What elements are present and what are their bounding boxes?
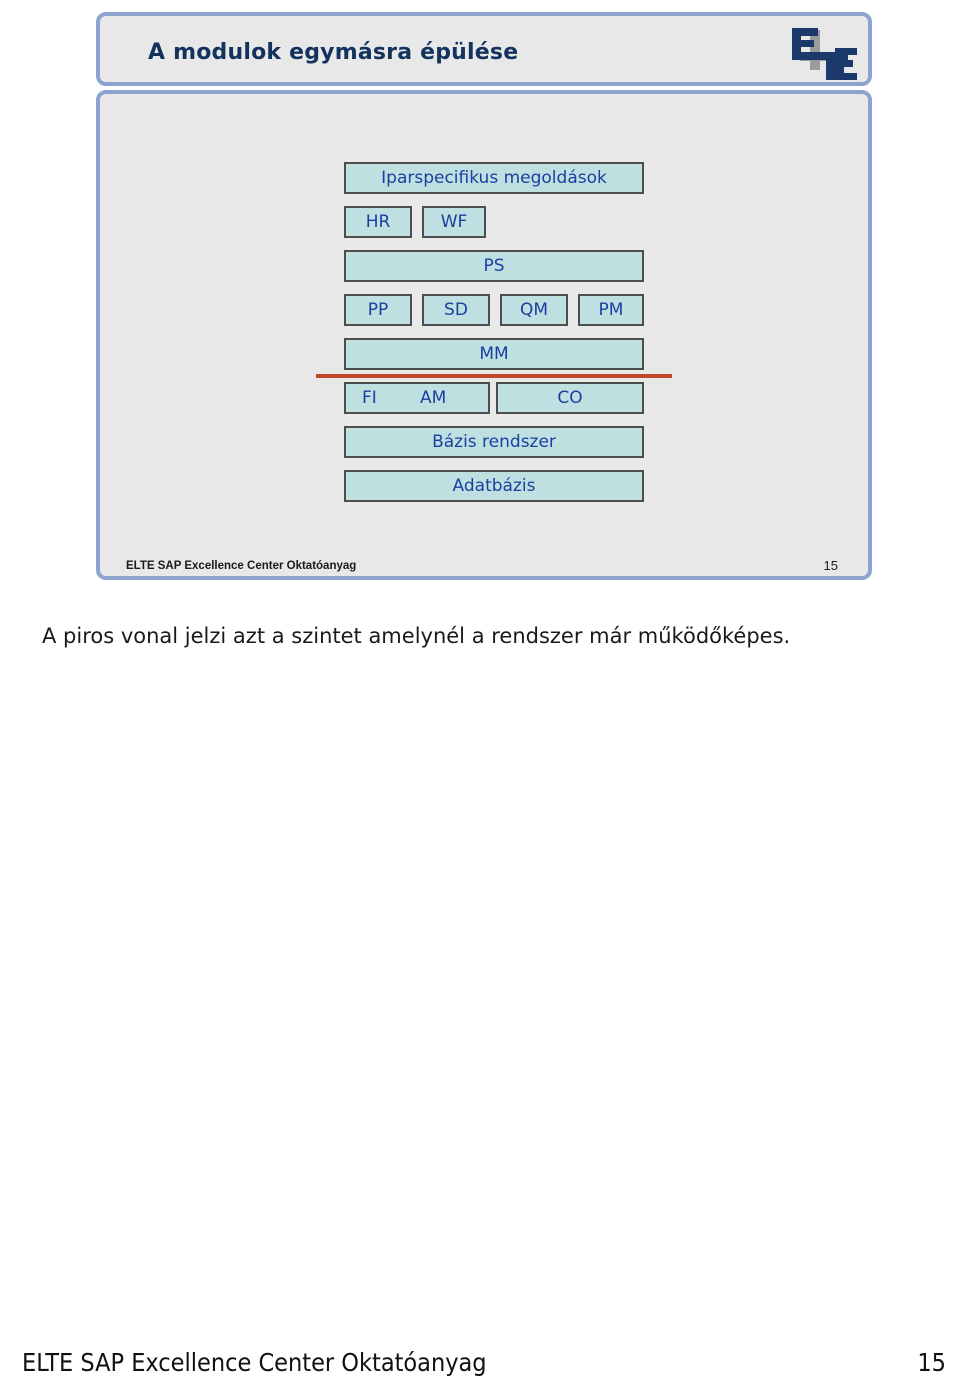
sap-module-stack-diagram: Iparspecifikus megoldások HR WF PS PP SD QM PM M…	[316, 162, 672, 502]
page-footer-number: 15	[917, 1348, 946, 1377]
slide-title-panel: A modulok egymásra épülése	[96, 12, 872, 86]
page-title: A modulok egymásra épülése	[148, 40, 519, 65]
page-footer: ELTE SAP Excellence Center Oktatóanyag 1…	[0, 1348, 960, 1388]
module-box-hr: HR	[344, 206, 412, 238]
module-box-wf: WF	[422, 206, 486, 238]
module-box-pm: PM	[578, 294, 644, 326]
module-label-fi: FI	[362, 388, 377, 408]
module-box-ps: PS	[344, 250, 644, 282]
module-box-mm: MM	[344, 338, 644, 370]
slide-footer-label: ELTE SAP Excellence Center Oktatóanyag	[126, 560, 357, 572]
row-database: Adatbázis	[344, 470, 644, 502]
row-mm: MM	[344, 338, 644, 370]
module-box-bazis-rendszer: Bázis rendszer	[344, 426, 644, 458]
module-box-co: CO	[496, 382, 644, 414]
slide-body-panel: Iparspecifikus megoldások HR WF PS PP SD QM PM M…	[96, 90, 872, 580]
row-ps: PS	[344, 250, 644, 282]
row-pp-sd-qm-pm: PP SD QM PM	[344, 294, 644, 326]
module-box-qm: QM	[500, 294, 568, 326]
slide: A modulok egymásra épülése Iparspecifiku…	[96, 12, 872, 580]
slide-page-number: 15	[823, 558, 838, 573]
module-box-pp: PP	[344, 294, 412, 326]
page-footer-label: ELTE SAP Excellence Center Oktatóanyag	[22, 1348, 487, 1377]
row-hr-wf: HR WF	[344, 206, 644, 238]
caption-text: A piros vonal jelzi azt a szintet amelyn…	[42, 624, 791, 648]
module-label-am: AM	[420, 388, 447, 408]
row-fi-am-co: FI AM CO	[344, 382, 644, 414]
module-box-iparspecifikus-megoldasok: Iparspecifikus megoldások	[344, 162, 644, 194]
row-base-system: Bázis rendszer	[344, 426, 644, 458]
row-industry-solutions: Iparspecifikus megoldások	[344, 162, 644, 194]
module-box-fi-am: FI AM	[344, 382, 490, 414]
module-box-sd: SD	[422, 294, 490, 326]
module-box-adatbazis: Adatbázis	[344, 470, 644, 502]
elte-logo	[786, 22, 858, 84]
red-threshold-line	[316, 374, 672, 378]
